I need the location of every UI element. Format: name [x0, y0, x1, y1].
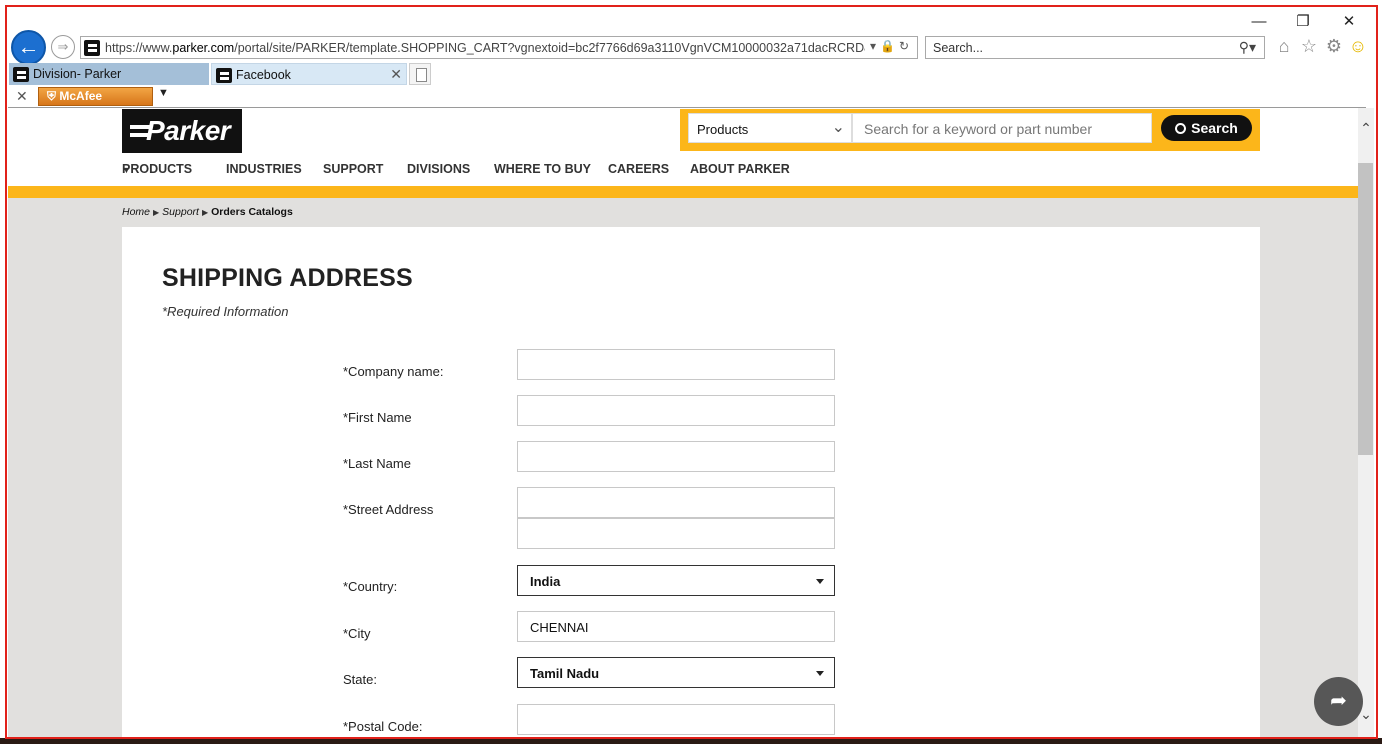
street-address-line1-field[interactable]: [517, 487, 835, 518]
refresh-icon[interactable]: ↻: [899, 39, 913, 53]
city-field[interactable]: CHENNAI: [517, 611, 835, 642]
search-category-select[interactable]: Products ⌄: [688, 113, 852, 143]
tab-facebook[interactable]: Facebook ✕: [211, 63, 407, 85]
site-search-input[interactable]: Search for a keyword or part number: [852, 113, 1152, 143]
nav-item-about-parker[interactable]: ABOUT PARKER: [690, 162, 790, 176]
nav-item-industries[interactable]: INDUSTRIES: [226, 162, 302, 176]
smiley-feedback-icon[interactable]: ☺: [1347, 36, 1369, 57]
close-toolbar-icon[interactable]: ✕: [16, 88, 28, 105]
parker-logo[interactable]: Parker: [122, 109, 242, 153]
close-tab-icon[interactable]: ✕: [390, 66, 402, 83]
breadcrumb-arrow-icon: ▶: [153, 208, 160, 217]
company-name-label: *Company name:: [343, 364, 444, 379]
caret-down-icon: [816, 579, 824, 584]
company-name-field[interactable]: [517, 349, 835, 380]
forward-arrow-icon: ⇒: [57, 39, 69, 54]
search-icon[interactable]: ⚲▾: [1239, 39, 1256, 56]
favorites-star-icon[interactable]: ☆: [1298, 36, 1320, 57]
breadcrumb-home[interactable]: Home: [122, 206, 150, 218]
site-favicon-icon: [84, 40, 100, 56]
site-header: Parker Products ⌄ Search for a keyword o…: [8, 108, 1358, 186]
chevron-down-icon: ⌄: [831, 119, 845, 136]
breadcrumb-support[interactable]: Support: [162, 206, 199, 218]
tab-division-parker[interactable]: Division- Parker: [9, 63, 209, 85]
address-bar-actions: ▾🔒↻: [870, 39, 913, 53]
scroll-up-arrow-icon[interactable]: ⌃: [1358, 120, 1374, 137]
parker-favicon-icon: [216, 68, 232, 83]
country-select[interactable]: India: [517, 565, 835, 596]
postal-code-label: *Postal Code:: [343, 719, 423, 734]
dropdown-arrow-icon[interactable]: ▾: [870, 39, 880, 53]
postal-code-field[interactable]: [517, 704, 835, 735]
minimize-button[interactable]: —: [1244, 12, 1274, 32]
required-note: *Required Information: [162, 304, 289, 319]
header-accent-band: [8, 186, 1358, 198]
page-title: SHIPPING ADDRESS: [162, 264, 413, 292]
state-label: State:: [343, 672, 377, 687]
mcafee-shield-icon: ⛨: [47, 89, 57, 103]
site-search-button[interactable]: Search: [1161, 115, 1252, 141]
restore-button[interactable]: ❐: [1288, 12, 1318, 32]
nav-item-products[interactable]: PRODUCTS ▼: [122, 162, 192, 176]
nav-item-where-to-buy[interactable]: WHERE TO BUY: [494, 162, 591, 176]
last-name-label: *Last Name: [343, 456, 411, 471]
state-select[interactable]: Tamil Nadu: [517, 657, 835, 688]
taskbar-edge: [0, 738, 1382, 744]
breadcrumb-arrow-icon: ▶: [201, 208, 209, 217]
url-text[interactable]: https://www.parker.com/portal/site/PARKE…: [105, 41, 865, 55]
share-arrow-icon: ➦: [1330, 690, 1347, 712]
share-button[interactable]: ➦: [1314, 677, 1363, 726]
country-label: *Country:: [343, 579, 398, 594]
first-name-field[interactable]: [517, 395, 835, 426]
first-name-label: *First Name: [343, 410, 412, 425]
scrollbar-thumb[interactable]: [1358, 163, 1373, 455]
settings-gear-icon[interactable]: ⚙: [1323, 36, 1345, 57]
search-icon: [1175, 123, 1187, 134]
back-button[interactable]: ←: [11, 30, 46, 65]
street-address-line2-field[interactable]: [517, 518, 835, 549]
mcafee-dropdown-icon[interactable]: ▼: [158, 87, 169, 99]
street-address-label: *Street Address: [343, 502, 434, 517]
breadcrumb: Home ▶ Support ▶ Orders Catalogs: [122, 206, 293, 218]
address-bar[interactable]: https://www.parker.com/portal/site/PARKE…: [80, 36, 918, 59]
lock-icon[interactable]: 🔒: [880, 39, 899, 53]
nav-item-careers[interactable]: CAREERS: [608, 162, 669, 176]
back-arrow-icon: ←: [17, 34, 40, 59]
web-page: Parker Products ⌄ Search for a keyword o…: [8, 108, 1358, 740]
new-tab-button[interactable]: [409, 63, 431, 85]
shipping-address-card: SHIPPING ADDRESS *Required Information *…: [122, 227, 1260, 740]
forward-button[interactable]: ⇒: [51, 35, 75, 59]
city-label: *City: [343, 626, 371, 641]
close-window-button[interactable]: ✕: [1334, 12, 1364, 32]
last-name-field[interactable]: [517, 441, 835, 472]
site-search-bar: Products ⌄ Search for a keyword or part …: [680, 109, 1260, 151]
caret-down-icon: [816, 671, 824, 676]
nav-item-support[interactable]: SUPPORT: [323, 162, 383, 176]
mcafee-addon-button[interactable]: ⛨ McAfee: [38, 87, 153, 106]
browser-search-input[interactable]: Search... ⚲▾: [925, 36, 1265, 59]
nav-item-divisions[interactable]: DIVISIONS: [407, 162, 470, 176]
breadcrumb-current: Orders Catalogs: [211, 206, 293, 218]
home-icon[interactable]: ⌂: [1273, 36, 1295, 57]
parker-favicon-icon: [13, 67, 29, 82]
